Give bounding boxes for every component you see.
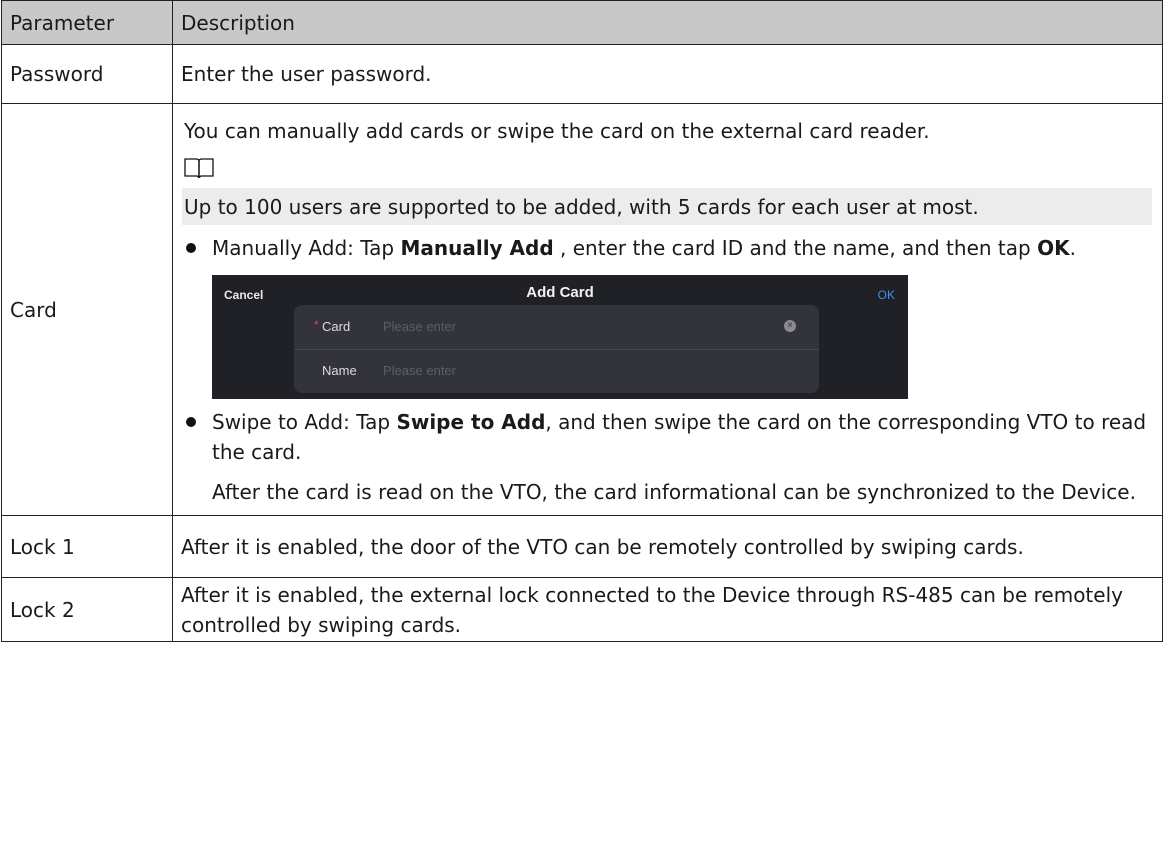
desc-password: Enter the user password. [172, 44, 1163, 104]
name-field-row[interactable]: Name Please enter [294, 349, 819, 393]
param-lock1: Lock 1 [1, 515, 173, 578]
desc-lock1: After it is enabled, the door of the VTO… [172, 515, 1163, 578]
table-header-row: Parameter Description [1, 0, 1163, 45]
required-mark: * [314, 318, 319, 332]
name-field-label: Name [322, 363, 357, 378]
name-field-input[interactable]: Please enter [383, 349, 456, 393]
param-password: Password [1, 44, 173, 104]
bullet-swipe-to-add: Swipe to Add: Tap Swipe to Add, and then… [184, 407, 1148, 467]
card-field-label: Card [322, 319, 351, 334]
table-row: Lock 2 After it is enabled, the external… [1, 577, 1163, 642]
swipe-after-text: After the card is read on the VTO, the c… [212, 480, 1136, 504]
param-card: Card [1, 103, 173, 516]
table-row: Card You can manually add cards or swipe… [1, 103, 1163, 516]
clear-icon[interactable]: × [784, 320, 796, 332]
header-parameter: Parameter [1, 0, 173, 45]
swipe-to-add-label: Swipe to Add [396, 410, 546, 434]
header-description: Description [172, 0, 1163, 45]
manually-add-label: Manually Add [400, 236, 554, 260]
card-intro: You can manually add cards or swipe the … [184, 119, 930, 143]
desc-lock2: After it is enabled, the external lock c… [172, 577, 1163, 642]
bullet-dot [186, 243, 196, 253]
desc-card: You can manually add cards or swipe the … [172, 103, 1163, 516]
parameter-table: Parameter Description Password Enter the… [1, 0, 1163, 642]
dialog-form: * Card Please enter × Name Please enter [294, 305, 819, 393]
add-card-dialog-screenshot: Cancel Add Card OK * Card Please enter ×… [212, 275, 908, 399]
book-icon [184, 158, 214, 179]
table-row: Password Enter the user password. [1, 44, 1163, 104]
dialog-ok-button[interactable]: OK [878, 280, 895, 310]
note-text: Up to 100 users are supported to be adde… [182, 188, 1152, 225]
card-field-row[interactable]: * Card Please enter × [294, 305, 819, 350]
table-row: Lock 1 After it is enabled, the door of … [1, 515, 1163, 578]
bullet-manually-add: Manually Add: Tap Manually Add , enter t… [184, 233, 1148, 263]
bullet-dot [186, 417, 196, 427]
param-lock2: Lock 2 [1, 577, 173, 642]
card-field-input[interactable]: Please enter [383, 305, 456, 349]
ok-label: OK [1037, 236, 1070, 260]
